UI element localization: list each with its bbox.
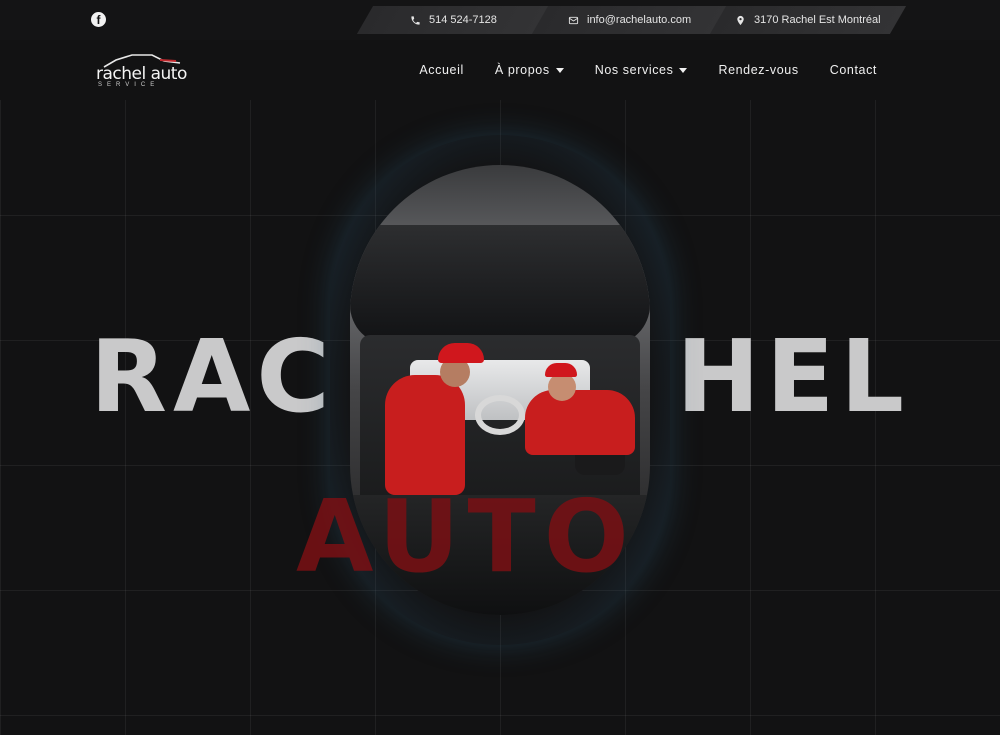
- nav-a-propos[interactable]: À propos: [495, 63, 564, 77]
- phone-pill[interactable]: 514 524-7128: [356, 6, 550, 34]
- nav-label: Rendez-vous: [718, 63, 799, 77]
- nav-label: À propos: [494, 63, 550, 77]
- nav-rendez-vous[interactable]: Rendez-vous: [718, 63, 798, 77]
- phone-text: 514 524-7128: [428, 14, 497, 26]
- address-text: 3170 Rachel Est Montréal: [754, 14, 881, 26]
- address-pill[interactable]: 3170 Rachel Est Montréal: [709, 6, 907, 34]
- facebook-icon[interactable]: f: [91, 12, 106, 27]
- nav-label: Accueil: [419, 63, 464, 77]
- caret-down-icon: [679, 67, 688, 73]
- nav-accueil[interactable]: Accueil: [419, 63, 464, 77]
- nav-label: Nos services: [594, 63, 674, 77]
- main-nav: Accueil À propos Nos services Rendez-vou…: [419, 63, 877, 77]
- hero-title-line2: AUTO: [296, 478, 637, 595]
- nav-nos-services[interactable]: Nos services: [595, 63, 688, 77]
- email-text: info@rachelauto.com: [587, 14, 692, 26]
- caret-down-icon: [555, 67, 564, 73]
- mail-icon: [569, 16, 579, 24]
- email-pill[interactable]: info@rachelauto.com: [531, 6, 729, 34]
- logo[interactable]: rachel auto SERVICE: [96, 52, 187, 92]
- top-contact-bar: f 514 524-7128 info@rachelauto.com 3170 …: [0, 0, 1000, 40]
- main-header: rachel auto SERVICE Accueil À propos Nos…: [0, 40, 1000, 100]
- nav-contact[interactable]: Contact: [830, 63, 877, 77]
- phone-icon: [410, 15, 420, 25]
- logo-wordmark: rachel auto: [96, 64, 187, 84]
- logo-subtitle: SERVICE: [98, 82, 160, 88]
- location-pin-icon: [737, 15, 744, 25]
- hero-title-left: RAC: [90, 318, 336, 435]
- hero-title-right: HEL: [676, 318, 910, 435]
- nav-label: Contact: [829, 63, 877, 77]
